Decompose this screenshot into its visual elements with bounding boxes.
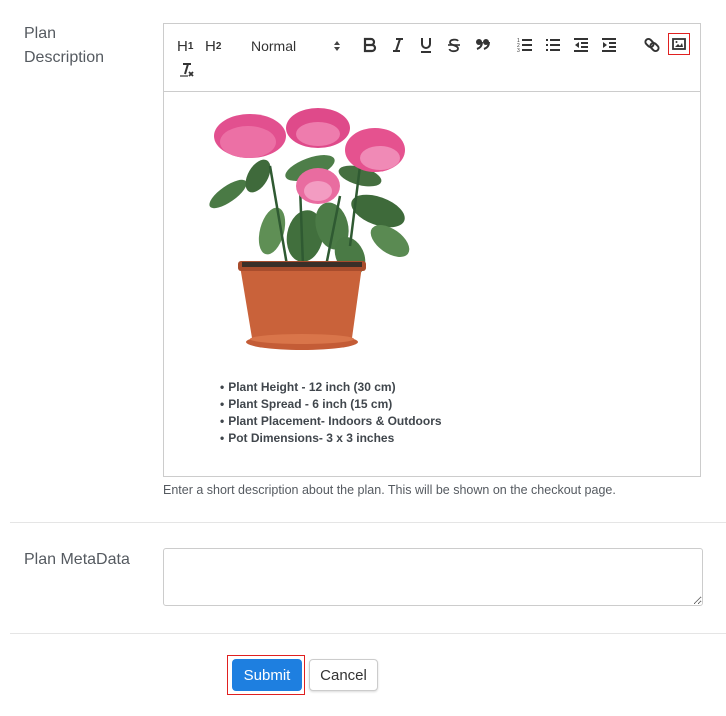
plan-metadata-input[interactable] [163,548,703,606]
plant-image [209,108,410,350]
list-item: Plant Placement- Indoors & Outdoors [220,413,441,430]
bullet-list-icon[interactable] [545,37,561,53]
heading-1-button[interactable]: H1 [177,36,193,56]
svg-text:3: 3 [517,48,520,53]
indent-icon[interactable] [601,37,617,53]
description-help-text: Enter a short description about the plan… [163,483,616,497]
format-select[interactable]: Normal [251,36,341,56]
list-item: Pot Dimensions- 3 x 3 inches [220,430,442,447]
section-divider [10,633,726,634]
cancel-button[interactable]: Cancel [309,659,378,691]
section-divider [10,522,726,523]
plant-details-list: Plant Height - 12 inch (30 cm) Plant Spr… [220,379,442,447]
ordered-list-icon[interactable]: 123 [517,37,533,53]
blockquote-icon[interactable] [475,37,491,51]
select-arrows-icon [334,41,340,51]
link-icon[interactable] [644,37,660,53]
image-icon[interactable] [668,33,690,55]
editor-content[interactable]: Plant Height - 12 inch (30 cm) Plant Spr… [164,92,700,478]
list-item: Plant Spread - 6 inch (15 cm) [220,396,442,413]
bold-icon[interactable] [363,37,377,53]
clear-format-icon[interactable] [179,62,195,78]
rich-text-editor[interactable]: H1 H2 Normal 123 • Plant Height - 12 inc… [163,23,701,477]
editor-toolbar: H1 H2 Normal 123 [164,24,700,92]
heading-2-button[interactable]: H2 [205,36,221,56]
underline-icon[interactable] [419,36,433,54]
plan-metadata-label: Plan MetaData [24,551,130,568]
italic-icon[interactable] [391,37,405,53]
outdent-icon[interactable] [573,37,589,53]
plan-description-label: Plan Description [24,25,105,66]
strike-icon[interactable] [447,37,461,53]
list-item: Plant Height - 12 inch (30 cm) [220,379,442,396]
submit-button[interactable]: Submit [232,659,302,691]
